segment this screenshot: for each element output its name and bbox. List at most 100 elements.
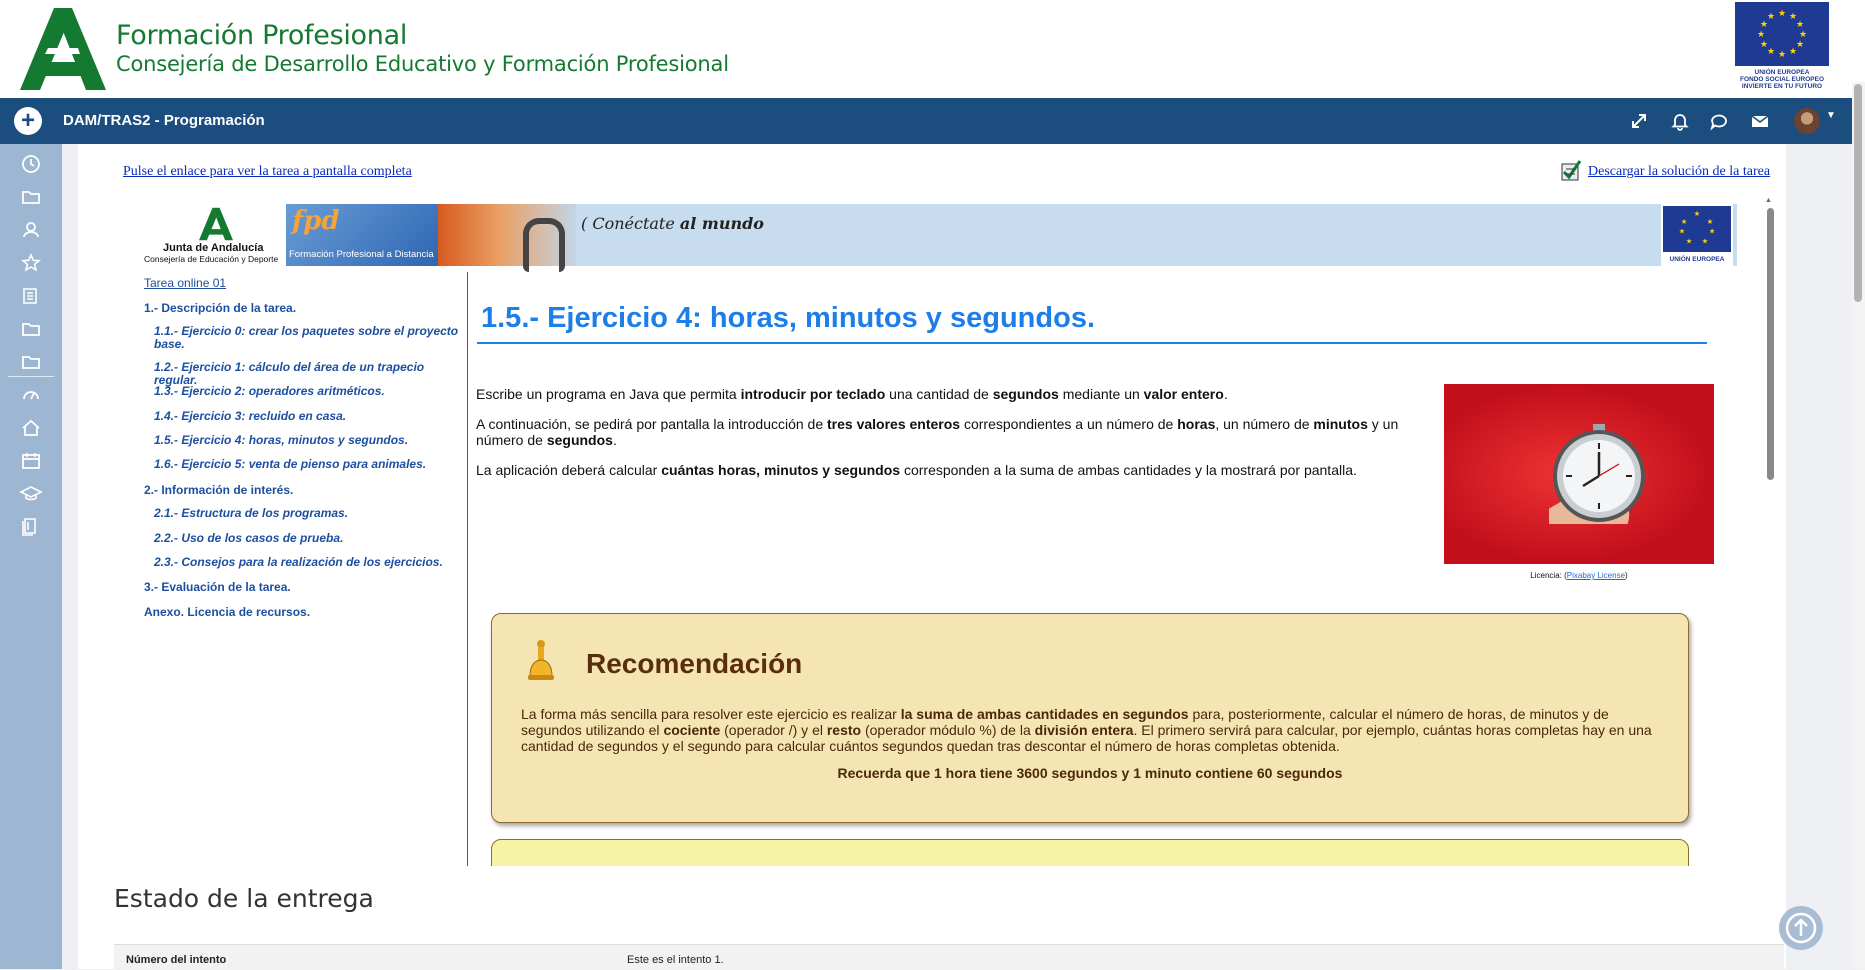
toc-item[interactable]: 2.2.- Uso de los casos de prueba.	[154, 532, 464, 545]
svg-text:★: ★	[1760, 40, 1768, 50]
site-title: Formación Profesional	[116, 20, 408, 51]
attempt-number-value: Este es el intento 1.	[627, 954, 724, 966]
toc-item[interactable]: Anexo. Licencia de recursos.	[144, 605, 310, 619]
user-avatar[interactable]	[1794, 108, 1820, 134]
paragraph-2: A continuación, se pedirá por pantalla l…	[476, 416, 1399, 448]
junta-subtitle: Consejería de Educación y Deporte	[144, 254, 279, 264]
recommendation-text: La forma más sencilla para resolver este…	[521, 706, 1652, 754]
left-drawer	[0, 144, 62, 969]
svg-text:★: ★	[1796, 40, 1804, 50]
banner-tagline: ( Conéctate al mundo	[581, 214, 764, 233]
task-frame[interactable]: Junta de Andalucía Consejería de Educaci…	[143, 198, 1766, 866]
svg-text:★: ★	[1789, 47, 1797, 57]
graduation-icon[interactable]	[19, 482, 43, 506]
attempt-number-label: Número del intento	[126, 954, 227, 966]
back-to-top-icon[interactable]	[1779, 906, 1823, 950]
dashboard-icon[interactable]	[19, 383, 43, 407]
paragraph-1: Escribe un programa en Java que permita …	[476, 386, 1228, 402]
svg-text:★: ★	[1778, 50, 1786, 60]
submission-heading: Estado de la entrega	[114, 884, 374, 913]
home-icon[interactable]	[19, 416, 43, 440]
banner-photo	[438, 204, 576, 272]
toc-item[interactable]: 1.1.- Ejercicio 0: crear los paquetes so…	[154, 325, 464, 351]
table-of-contents: Tarea online 01 1.- Descripción de la ta…	[143, 272, 468, 866]
svg-text:★: ★	[1694, 209, 1700, 218]
eu-flag-icon: ★ ★ ★ ★ ★ ★ ★	[1663, 206, 1731, 252]
svg-text:★: ★	[1799, 30, 1807, 40]
fpd-logo: fpd	[292, 206, 340, 236]
svg-text:★: ★	[1707, 217, 1713, 226]
star-icon[interactable]	[19, 251, 43, 275]
mail-icon[interactable]	[1749, 110, 1771, 132]
toc-item[interactable]: 1.5.- Ejercicio 4: horas, minutos y segu…	[154, 434, 464, 447]
svg-text:★: ★	[1757, 30, 1765, 40]
toc-head-link[interactable]: Tarea online 01	[144, 276, 226, 290]
fullscreen-link[interactable]: Pulse el enlace para ver la tarea a pant…	[123, 164, 412, 180]
eu-flag-icon: ★ ★ ★ ★ ★ ★ ★ ★ ★ ★ ★ ★	[1735, 2, 1829, 66]
folder-icon[interactable]	[19, 317, 43, 341]
site-subtitle: Consejería de Desarrollo Educativo y For…	[116, 52, 729, 76]
section-title: 1.5.- Ejercicio 4: horas, minutos y segu…	[481, 302, 1095, 334]
frame-scrollbar-thumb[interactable]	[1767, 208, 1774, 480]
next-info-box	[491, 839, 1689, 866]
toc-item[interactable]: 1.3.- Ejercicio 2: operadores aritmético…	[154, 385, 464, 398]
users-icon[interactable]	[19, 218, 43, 242]
chat-icon[interactable]	[1708, 110, 1730, 132]
eu-caption: UNIÓN EUROPEA FONDO SOCIAL EUROPEO INVIE…	[1739, 69, 1825, 90]
recommendation-title: Recomendación	[586, 648, 803, 679]
courses-icon[interactable]	[19, 515, 43, 539]
svg-text:★: ★	[1686, 236, 1692, 245]
recommendation-box: Recomendación La forma más sencilla para…	[491, 613, 1689, 823]
junta-andalucia-icon	[199, 207, 233, 241]
fpd-text: Formación Profesional a Distancia	[289, 249, 434, 260]
title-underline	[477, 342, 1707, 344]
stopwatch-image	[1444, 384, 1714, 564]
banner-eu-caption: UNIÓN EUROPEA	[1669, 256, 1725, 263]
folder-icon[interactable]	[19, 185, 43, 209]
clock-icon[interactable]	[19, 152, 43, 176]
course-banner: Junta de Andalucía Consejería de Educaci…	[143, 204, 1737, 272]
svg-text:★: ★	[1778, 9, 1786, 19]
recommendation-note: Recuerda que 1 hora tiene 3600 segundos …	[837, 765, 1343, 781]
svg-text:★: ★	[1681, 217, 1687, 226]
svg-text:★: ★	[1796, 20, 1804, 30]
toc-item[interactable]: 1.4.- Ejercicio 3: recluido en casa.	[154, 410, 464, 423]
scroll-up-arrow-icon[interactable]: ▲	[1765, 197, 1772, 204]
svg-text:★: ★	[1767, 47, 1775, 57]
chevron-down-icon[interactable]: ▼	[1826, 110, 1836, 121]
folder-icon[interactable]	[19, 350, 43, 374]
checklist-icon[interactable]	[1560, 158, 1582, 182]
banner-eu-logo: ★ ★ ★ ★ ★ ★ ★ UNIÓN EUROPEA	[1661, 204, 1733, 266]
toc-item[interactable]: 2.1.- Estructura de los programas.	[154, 507, 464, 520]
course-navbar: + DAM/TRAS2 - Programación ▼	[0, 98, 1865, 144]
toc-item[interactable]: 3.- Evaluación de la tarea.	[144, 580, 291, 594]
toc-item[interactable]: 2.- Información de interés.	[144, 483, 293, 497]
eu-logo: ★ ★ ★ ★ ★ ★ ★ ★ ★ ★ ★ ★ UNIÓN EUROPEA FONDO SOCI…	[1734, 2, 1830, 92]
drawer-divider	[8, 376, 54, 377]
svg-text:★: ★	[1679, 226, 1685, 235]
svg-text:★: ★	[1702, 236, 1708, 245]
fpd-banner: fpd Formación Profesional a Distancia	[286, 204, 438, 266]
image-caption: Licencia: (Pixabay License)	[1530, 571, 1628, 580]
site-header: Formación Profesional Consejería de Desa…	[0, 0, 1865, 98]
book-icon[interactable]	[19, 284, 43, 308]
junta-andalucia-logo[interactable]	[20, 8, 106, 90]
stopwatch-icon	[1549, 424, 1645, 524]
course-title[interactable]: DAM/TRAS2 - Programación	[63, 112, 265, 129]
calendar-icon[interactable]	[19, 449, 43, 473]
bell-icon	[528, 640, 554, 680]
table-row: Número del intento Este es el intento 1.	[114, 944, 1784, 970]
bell-icon[interactable]	[1669, 110, 1691, 132]
toc-item[interactable]: 1.6.- Ejercicio 5: venta de pienso para …	[154, 458, 464, 471]
headphones-icon	[523, 218, 565, 272]
junta-name: Junta de Andalucía	[163, 242, 264, 254]
toc-item[interactable]: 2.3.- Consejos para la realización de lo…	[154, 556, 464, 569]
paragraph-3: La aplicación deberá calcular cuántas ho…	[476, 462, 1357, 478]
toc-item[interactable]: 1.- Descripción de la tarea.	[144, 301, 296, 315]
download-solution-link[interactable]: Descargar la solución de la tarea	[1588, 164, 1770, 180]
page-scrollbar-thumb[interactable]	[1854, 84, 1862, 302]
add-icon[interactable]: +	[14, 107, 42, 135]
pixabay-license-link[interactable]: Pixabay License	[1567, 571, 1625, 580]
expand-icon[interactable]	[1628, 110, 1650, 132]
junta-banner-logo: Junta de Andalucía Consejería de Educaci…	[143, 204, 286, 266]
